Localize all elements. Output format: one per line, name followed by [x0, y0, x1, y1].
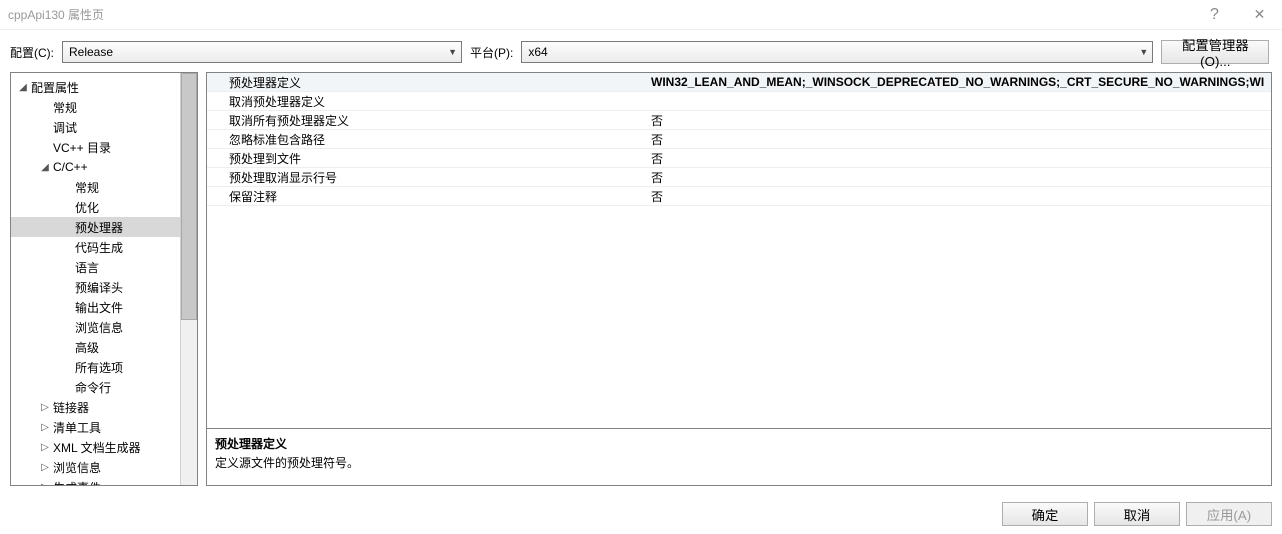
tree-item[interactable]: 常规 — [11, 97, 180, 117]
tree-item-label: 清单工具 — [53, 419, 101, 436]
category-tree: ◢配置属性常规调试VC++ 目录◢C/C++常规优化预处理器代码生成语言预编译头… — [11, 73, 180, 485]
tree-item-label: 浏览信息 — [53, 459, 101, 476]
expander-icon[interactable]: ◢ — [17, 82, 29, 93]
tree-item[interactable]: ◢配置属性 — [11, 77, 180, 97]
tree-item-label: 链接器 — [53, 399, 89, 416]
property-label: 取消所有预处理器定义 — [207, 112, 647, 129]
property-value[interactable]: 否 — [647, 188, 1271, 205]
tree-item-label: 预处理器 — [75, 219, 123, 236]
tree-item[interactable]: 语言 — [11, 257, 180, 277]
chevron-down-icon: ▼ — [1139, 47, 1148, 57]
property-value[interactable]: WIN32_LEAN_AND_MEAN;_WINSOCK_DEPRECATED_… — [647, 75, 1271, 89]
scrollbar-thumb[interactable] — [181, 73, 197, 320]
tree-item[interactable]: 高级 — [11, 337, 180, 357]
tree-item-label: 输出文件 — [75, 299, 123, 316]
expander-icon[interactable]: ▷ — [39, 482, 51, 486]
help-button[interactable]: ? — [1192, 0, 1237, 30]
close-button[interactable]: ✕ — [1237, 0, 1282, 30]
tree-item-label: 常规 — [75, 179, 99, 196]
tree-item-label: 配置属性 — [31, 79, 79, 96]
tree-item[interactable]: ▷浏览信息 — [11, 457, 180, 477]
tree-item-label: 高级 — [75, 339, 99, 356]
tree-scrollbar[interactable] — [180, 73, 197, 485]
property-value[interactable]: 否 — [647, 131, 1271, 148]
tree-item-label: 代码生成 — [75, 239, 123, 256]
tree-item-label: 所有选项 — [75, 359, 123, 376]
apply-button[interactable]: 应用(A) — [1186, 502, 1272, 526]
tree-item-label: 调试 — [53, 119, 77, 136]
property-grid: 预处理器定义WIN32_LEAN_AND_MEAN;_WINSOCK_DEPRE… — [206, 72, 1272, 429]
tree-panel: ◢配置属性常规调试VC++ 目录◢C/C++常规优化预处理器代码生成语言预编译头… — [10, 72, 198, 486]
config-value: Release — [69, 45, 113, 59]
property-label: 预处理取消显示行号 — [207, 169, 647, 186]
expander-icon[interactable]: ▷ — [39, 442, 51, 453]
tree-item-label: XML 文档生成器 — [53, 439, 141, 456]
tree-item[interactable]: 所有选项 — [11, 357, 180, 377]
property-row[interactable]: 取消所有预处理器定义否 — [207, 111, 1271, 130]
cancel-button[interactable]: 取消 — [1094, 502, 1180, 526]
description-title: 预处理器定义 — [215, 435, 1263, 452]
tree-item[interactable]: 常规 — [11, 177, 180, 197]
main-area: ◢配置属性常规调试VC++ 目录◢C/C++常规优化预处理器代码生成语言预编译头… — [0, 72, 1282, 494]
property-row[interactable]: 预处理取消显示行号否 — [207, 168, 1271, 187]
platform-label: 平台(P): — [470, 44, 513, 61]
titlebar: cppApi130 属性页 ? ✕ — [0, 0, 1282, 30]
tree-item[interactable]: 浏览信息 — [11, 317, 180, 337]
config-select[interactable]: Release ▼ — [62, 41, 462, 63]
ok-button[interactable]: 确定 — [1002, 502, 1088, 526]
platform-value: x64 — [528, 45, 547, 59]
property-value[interactable]: 否 — [647, 112, 1271, 129]
window-title: cppApi130 属性页 — [8, 6, 1192, 23]
expander-icon[interactable]: ◢ — [39, 162, 51, 173]
tree-item-label: 生成事件 — [53, 479, 101, 486]
expander-icon[interactable]: ▷ — [39, 422, 51, 433]
tree-item[interactable]: 输出文件 — [11, 297, 180, 317]
tree-item-label: 命令行 — [75, 379, 111, 396]
tree-item[interactable]: 命令行 — [11, 377, 180, 397]
tree-item-label: VC++ 目录 — [53, 139, 111, 156]
description-text: 定义源文件的预处理符号。 — [215, 454, 1263, 471]
tree-item[interactable]: ▷生成事件 — [11, 477, 180, 485]
property-label: 预处理器定义 — [207, 74, 647, 91]
tree-item[interactable]: ▷XML 文档生成器 — [11, 437, 180, 457]
expander-icon[interactable]: ▷ — [39, 462, 51, 473]
property-label: 保留注释 — [207, 188, 647, 205]
property-row[interactable]: 预处理器定义WIN32_LEAN_AND_MEAN;_WINSOCK_DEPRE… — [207, 73, 1271, 92]
tree-item-label: 语言 — [75, 259, 99, 276]
tree-item-label: C/C++ — [53, 160, 88, 174]
tree-item[interactable]: 预处理器 — [11, 217, 180, 237]
bottom-bar: 确定 取消 应用(A) — [0, 494, 1282, 534]
property-row[interactable]: 预处理到文件否 — [207, 149, 1271, 168]
property-row[interactable]: 忽略标准包含路径否 — [207, 130, 1271, 149]
property-row[interactable]: 取消预处理器定义 — [207, 92, 1271, 111]
right-pane: 预处理器定义WIN32_LEAN_AND_MEAN;_WINSOCK_DEPRE… — [206, 72, 1272, 486]
property-label: 忽略标准包含路径 — [207, 131, 647, 148]
property-value[interactable]: 否 — [647, 150, 1271, 167]
property-label: 取消预处理器定义 — [207, 93, 647, 110]
property-value[interactable]: 否 — [647, 169, 1271, 186]
platform-select[interactable]: x64 ▼ — [521, 41, 1153, 63]
tree-item[interactable]: 代码生成 — [11, 237, 180, 257]
tree-item[interactable]: 预编译头 — [11, 277, 180, 297]
chevron-down-icon: ▼ — [448, 47, 457, 57]
tree-item[interactable]: VC++ 目录 — [11, 137, 180, 157]
tree-item-label: 预编译头 — [75, 279, 123, 296]
description-box: 预处理器定义 定义源文件的预处理符号。 — [206, 429, 1272, 486]
tree-item[interactable]: ◢C/C++ — [11, 157, 180, 177]
tree-item[interactable]: 调试 — [11, 117, 180, 137]
tree-item[interactable]: 优化 — [11, 197, 180, 217]
tree-item-label: 常规 — [53, 99, 77, 116]
config-manager-button[interactable]: 配置管理器(O)... — [1161, 40, 1269, 64]
expander-icon[interactable]: ▷ — [39, 402, 51, 413]
tree-item[interactable]: ▷清单工具 — [11, 417, 180, 437]
tree-item-label: 浏览信息 — [75, 319, 123, 336]
tree-item-label: 优化 — [75, 199, 99, 216]
tree-item[interactable]: ▷链接器 — [11, 397, 180, 417]
config-row: 配置(C): Release ▼ 平台(P): x64 ▼ 配置管理器(O)..… — [0, 30, 1282, 72]
config-label: 配置(C): — [10, 44, 54, 61]
property-label: 预处理到文件 — [207, 150, 647, 167]
property-row[interactable]: 保留注释否 — [207, 187, 1271, 206]
